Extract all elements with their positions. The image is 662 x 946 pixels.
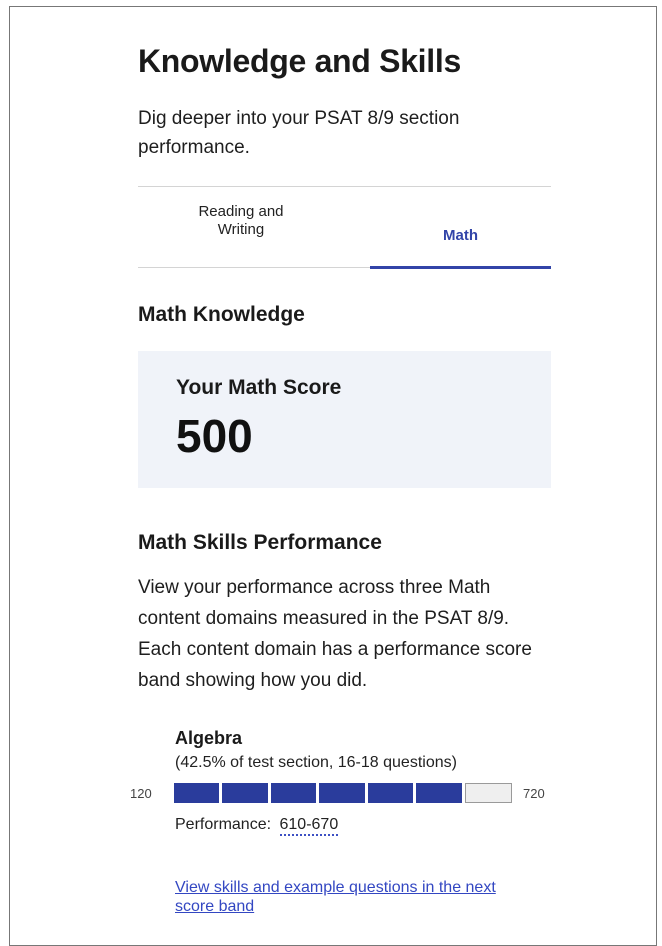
- score-value: 500: [176, 410, 253, 462]
- scale-min-label: 120: [130, 786, 152, 801]
- tab-math[interactable]: Math: [370, 187, 551, 267]
- math-knowledge-heading: Math Knowledge: [138, 303, 305, 326]
- band-segment-filled: [416, 783, 462, 803]
- section-tabs: Reading and Writing Math: [138, 187, 551, 269]
- performance-value[interactable]: 610-670: [279, 816, 339, 836]
- domain-meta: (42.5% of test section, 16-18 questions): [175, 754, 457, 771]
- page-subtitle: Dig deeper into your PSAT 8/9 section pe…: [138, 108, 460, 158]
- performance-label: Performance:: [175, 816, 272, 833]
- tab-label: Reading and Writing: [198, 203, 284, 238]
- tab-label: Math: [443, 226, 478, 244]
- domain-name: Algebra: [175, 728, 243, 748]
- score-band-bar: [174, 783, 512, 803]
- band-segment-filled: [174, 783, 220, 803]
- page-frame: Knowledge and Skills Dig deeper into you…: [9, 6, 657, 946]
- skills-description: View your performance across three Math …: [138, 577, 532, 691]
- tab-reading-and-writing[interactable]: Reading and Writing: [138, 187, 344, 267]
- performance-line: Performance: 610-670: [175, 816, 339, 836]
- band-segment-filled: [367, 783, 414, 803]
- score-card: Your Math Score 500: [138, 351, 551, 488]
- band-segment-filled: [222, 783, 268, 803]
- scale-max-label: 720: [523, 786, 545, 801]
- band-segment-filled: [319, 783, 365, 803]
- band-segment-filled: [270, 783, 317, 803]
- page-title: Knowledge and Skills: [138, 43, 461, 79]
- view-skills-link[interactable]: View skills and example questions in the…: [175, 878, 535, 916]
- active-tab-indicator: [370, 266, 551, 269]
- math-skills-heading: Math Skills Performance: [138, 531, 382, 554]
- band-segment-empty: [464, 783, 512, 803]
- score-label: Your Math Score: [176, 376, 342, 399]
